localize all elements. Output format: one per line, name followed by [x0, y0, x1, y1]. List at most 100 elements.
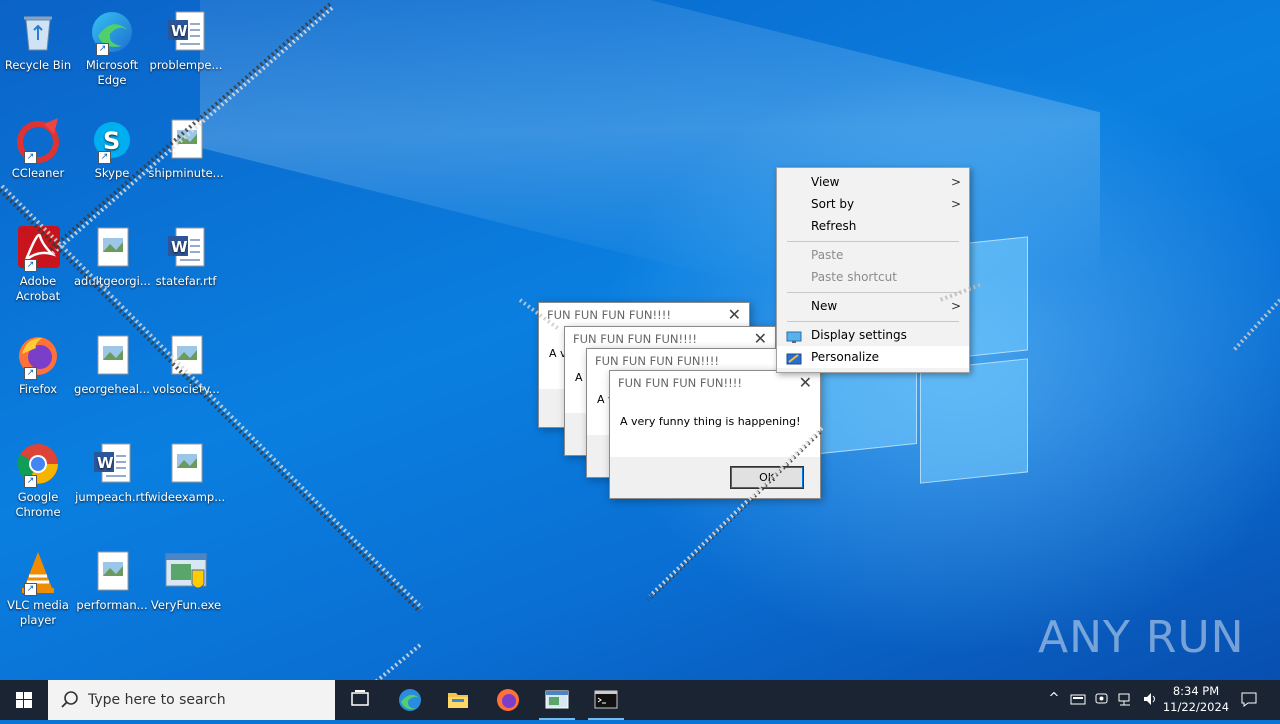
menu-item-view[interactable]: View >: [777, 171, 969, 193]
desktop-icon-ccleaner[interactable]: ↗ CCleaner: [0, 116, 76, 181]
desktop-icon-jumpeach[interactable]: W jumpeach.rtf: [74, 440, 150, 505]
desktop-icon-chrome[interactable]: ↗ Google Chrome: [0, 440, 76, 520]
icon-label: shipminute...: [148, 166, 224, 180]
taskbar: Type here to search ^ 8:34 PM 11/22/2024: [0, 680, 1280, 720]
taskbar-clock[interactable]: 8:34 PM 11/22/2024: [1160, 683, 1232, 715]
desktop-icon-vlc[interactable]: ↗ VLC media player: [0, 548, 76, 628]
recycle-bin-icon: [14, 8, 62, 56]
menu-item-refresh[interactable]: Refresh: [777, 215, 969, 237]
desktop-icon-volsociety[interactable]: volsociety...: [148, 332, 224, 397]
desktop-icon-georgeheal[interactable]: georgeheal...: [74, 332, 150, 397]
icon-label: statefar.rtf: [155, 274, 217, 288]
menu-item-sort-by[interactable]: Sort by >: [777, 193, 969, 215]
icon-label: CCleaner: [11, 166, 65, 180]
icon-label: Skype: [94, 166, 130, 180]
chevron-right-icon: >: [950, 175, 961, 189]
dialog-message: A very funny thing is happening!: [620, 415, 801, 428]
notification-icon[interactable]: [1240, 691, 1257, 707]
meet-now-icon[interactable]: [1094, 691, 1110, 707]
desktop-context-menu[interactable]: View > Sort by > Refresh Paste Paste short…: [776, 167, 970, 373]
menu-item-paste-shortcut: Paste shortcut: [811, 270, 897, 284]
chrome-icon: ↗: [14, 440, 62, 488]
clock-time: 8:34 PM: [1172, 684, 1220, 698]
menu-separator: [787, 292, 959, 293]
close-icon[interactable]: ✕: [728, 305, 741, 324]
dialog-title: FUN FUN FUN FUN!!!!: [547, 308, 671, 322]
edge-icon: ↗: [88, 8, 136, 56]
icon-label: Google Chrome: [15, 490, 61, 519]
fun-dialog-4[interactable]: FUN FUN FUN FUN!!!! ✕ A very funny thing …: [609, 370, 821, 499]
exe-icon: [162, 548, 210, 596]
desktop-icon-firefox[interactable]: ↗ Firefox: [0, 332, 76, 397]
menu-item-new[interactable]: New >: [777, 295, 969, 317]
icon-label: jumpeach.rtf: [75, 490, 149, 504]
volume-icon[interactable]: [1142, 691, 1158, 707]
svg-text:W: W: [97, 454, 114, 472]
icon-label: georgeheal...: [74, 382, 150, 396]
start-button[interactable]: [0, 680, 48, 720]
firefox-icon: ↗: [14, 332, 62, 380]
menu-item-display-settings[interactable]: Display settings: [777, 324, 969, 346]
icon-label: volsociety...: [152, 382, 220, 396]
word-doc-icon: W: [88, 440, 136, 488]
dialog-title: FUN FUN FUN FUN!!!!: [573, 332, 697, 346]
clock-date: 11/22/2024: [1162, 700, 1230, 714]
desktop-icon-veryfun[interactable]: VeryFun.exe: [148, 548, 224, 613]
taskbar-search-box[interactable]: Type here to search: [48, 680, 335, 720]
veryfun-app-icon[interactable]: [533, 680, 581, 720]
chevron-right-icon: >: [950, 299, 961, 313]
desktop-icon-shipminute[interactable]: shipminute...: [148, 116, 224, 181]
desktop-icon-skype[interactable]: S ↗ Skype: [74, 116, 150, 181]
ok-button[interactable]: OK: [730, 466, 804, 489]
desktop-icon-statefar[interactable]: W statefar.rtf: [148, 224, 224, 289]
icon-label: performan...: [76, 598, 148, 612]
network-icon[interactable]: [1118, 691, 1134, 707]
skype-icon: S ↗: [88, 116, 136, 164]
vlc-icon: ↗: [14, 548, 62, 596]
icon-label: Adobe Acrobat: [15, 274, 61, 303]
icon-label: Microsoft Edge: [85, 58, 139, 87]
personalize-icon: [786, 351, 802, 373]
image-file-icon: [88, 548, 136, 596]
desktop-icon-problempe[interactable]: W problempe...: [148, 8, 224, 73]
desktop-icon-wideexamp[interactable]: wideexamp...: [148, 440, 225, 505]
desktop-icon-adultgeorgi[interactable]: adultgeorgi...: [74, 224, 151, 289]
chevron-right-icon: >: [950, 197, 961, 211]
close-icon[interactable]: ✕: [754, 329, 767, 348]
desktop-icon-acrobat[interactable]: ↗ Adobe Acrobat: [0, 224, 76, 304]
file-explorer-icon[interactable]: [434, 680, 482, 720]
cmd-icon[interactable]: [582, 680, 630, 720]
menu-separator: [787, 321, 959, 322]
icon-label: Firefox: [18, 382, 58, 396]
search-placeholder: Type here to search: [88, 692, 226, 708]
icon-label: VeryFun.exe: [150, 598, 222, 612]
menu-separator: [787, 241, 959, 242]
image-file-icon: [162, 332, 210, 380]
edge-taskbar-icon[interactable]: [386, 680, 434, 720]
firefox-taskbar-icon[interactable]: [484, 680, 532, 720]
acrobat-icon: ↗: [14, 224, 62, 272]
word-doc-icon: W: [162, 8, 210, 56]
image-file-icon: [162, 116, 210, 164]
dialog-title: FUN FUN FUN FUN!!!!: [595, 354, 719, 368]
chevron-up-icon[interactable]: ^: [1046, 691, 1062, 707]
menu-item-personalize[interactable]: Personalize: [777, 346, 969, 368]
svg-text:W: W: [171, 238, 188, 256]
close-icon[interactable]: ✕: [799, 373, 812, 392]
icon-label: Recycle Bin: [4, 58, 72, 72]
task-view-icon[interactable]: [336, 680, 384, 720]
desktop-icon-recycle-bin[interactable]: Recycle Bin: [0, 8, 76, 73]
desktop[interactable]: Recycle Bin ↗ Microsoft Edge W problempe…: [0, 0, 1280, 680]
desktop-icon-performan[interactable]: performan...: [74, 548, 150, 613]
word-doc-icon: W: [162, 224, 210, 272]
icon-label: VLC media player: [7, 598, 69, 627]
dialog-title: FUN FUN FUN FUN!!!!: [618, 376, 742, 390]
image-file-icon: [88, 332, 136, 380]
desktop-icon-edge[interactable]: ↗ Microsoft Edge: [74, 8, 150, 88]
icon-label: problempe...: [149, 58, 223, 72]
image-file-icon: [88, 224, 136, 272]
ccleaner-icon: ↗: [14, 116, 62, 164]
icon-label: adultgeorgi...: [74, 274, 151, 288]
search-icon: [60, 690, 80, 714]
keyboard-icon[interactable]: [1070, 691, 1086, 707]
